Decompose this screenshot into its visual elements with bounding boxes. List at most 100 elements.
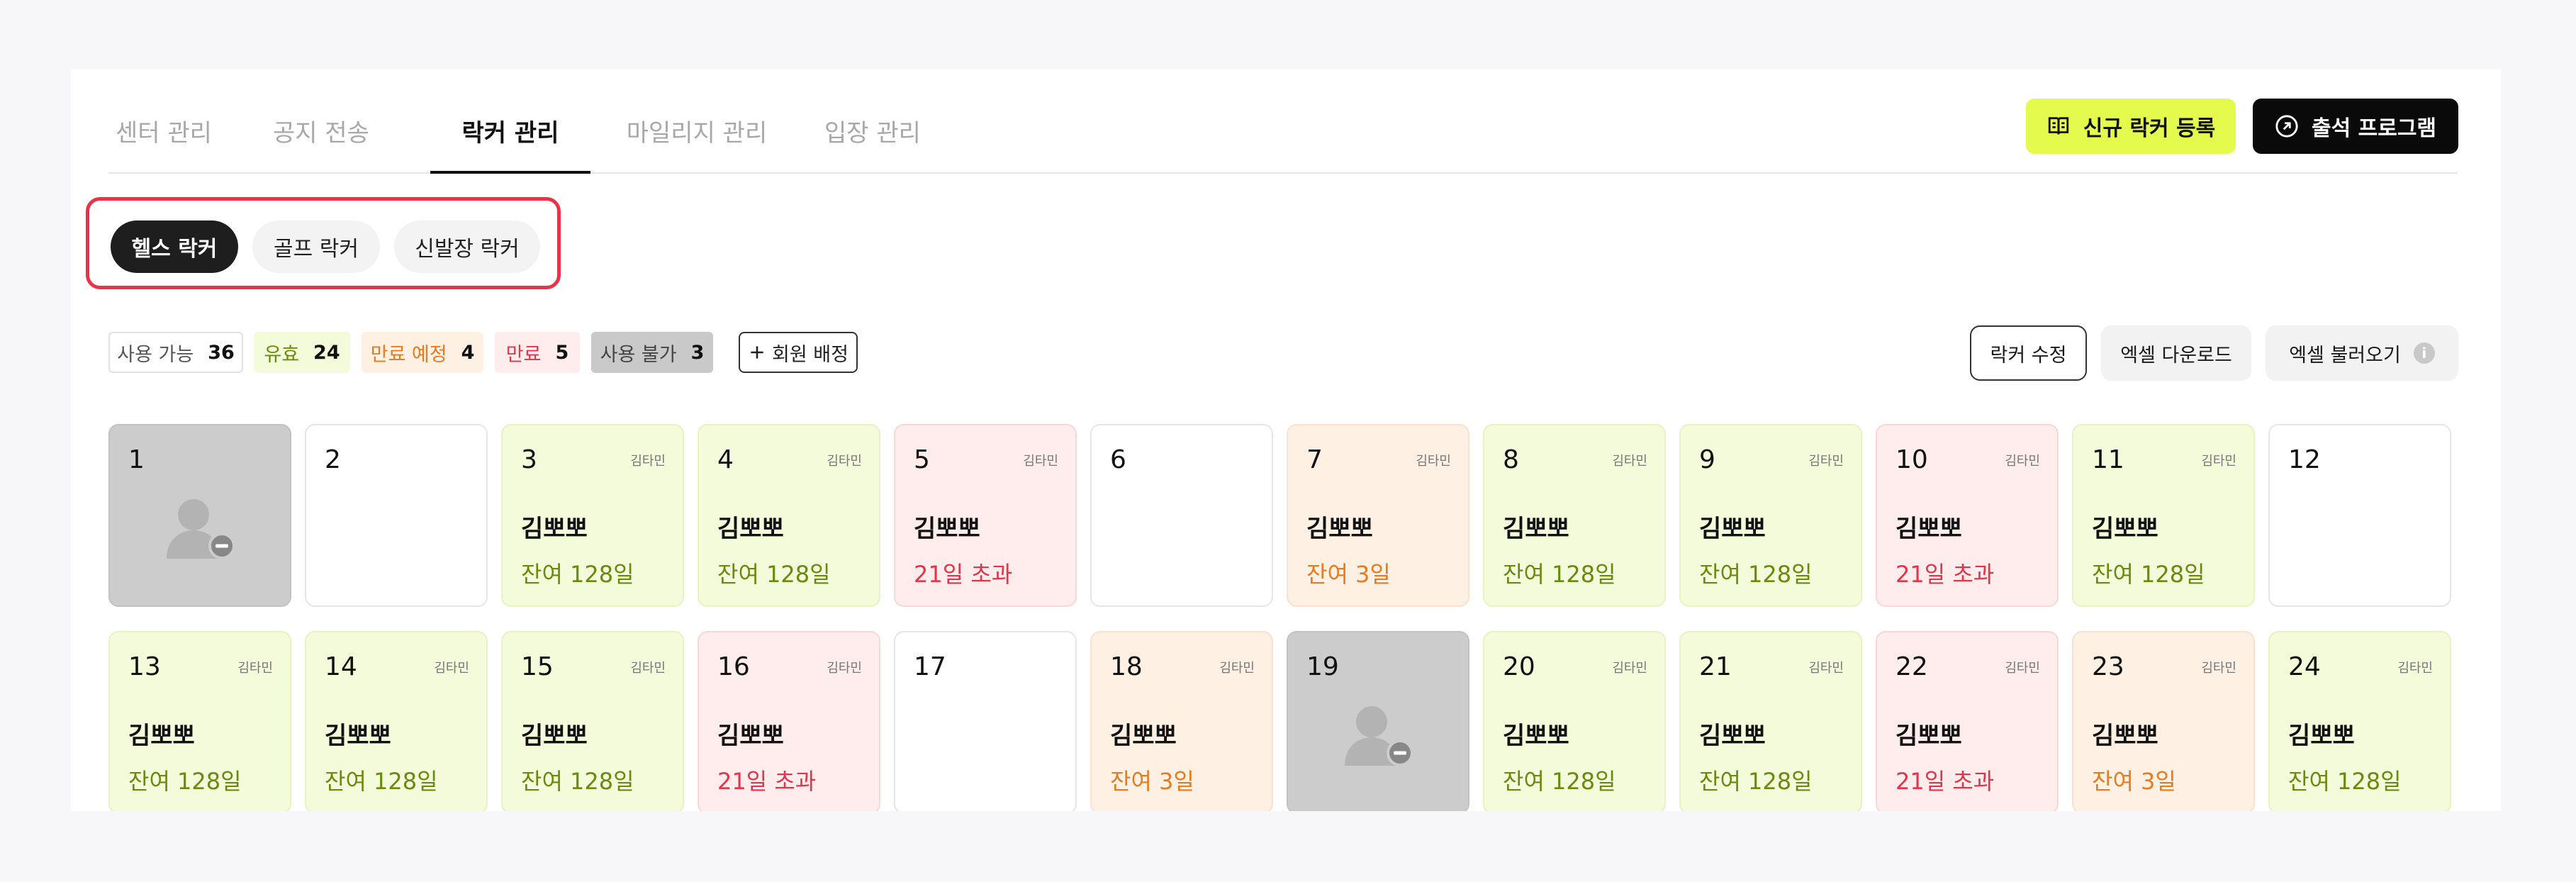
locker-type-golf[interactable]: 골프 락커 bbox=[252, 220, 380, 273]
legend-available-label: 사용 가능 bbox=[117, 343, 194, 366]
locker-card[interactable]: 3 김타민 김뽀뽀 잔여 128일 bbox=[501, 424, 684, 607]
locker-card[interactable]: 2 bbox=[305, 424, 488, 607]
legend-valid-count: 24 bbox=[313, 341, 340, 364]
locker-card[interactable]: 19 bbox=[1287, 631, 1469, 811]
locker-staff: 김타민 bbox=[2005, 661, 2040, 676]
locker-card[interactable]: 13 김타민 김뽀뽀 잔여 128일 bbox=[108, 631, 291, 811]
locker-staff: 김타민 bbox=[1219, 661, 1255, 676]
locker-remaining: 21일 초과 bbox=[717, 768, 817, 795]
locker-card[interactable]: 21 김타민 김뽀뽀 잔여 128일 bbox=[1679, 631, 1862, 811]
excel-download-button[interactable]: 엑셀 다운로드 bbox=[2101, 325, 2251, 381]
locker-card[interactable]: 10 김타민 김뽀뽀 21일 초과 bbox=[1876, 424, 2059, 607]
locker-card[interactable]: 5 김타민 김뽀뽀 21일 초과 bbox=[894, 424, 1077, 607]
legend-expired: 만료 5 bbox=[495, 332, 580, 373]
locker-member-name: 김뽀뽀 bbox=[1699, 515, 1766, 543]
locker-member-name: 김뽀뽀 bbox=[128, 722, 195, 750]
tab-center-management[interactable]: 센터 관리 bbox=[108, 112, 219, 169]
locker-number: 19 bbox=[1306, 652, 1339, 681]
locker-staff: 김타민 bbox=[827, 661, 862, 676]
locker-type-shoe[interactable]: 신발장 락커 bbox=[394, 220, 540, 273]
locker-number: 9 bbox=[1699, 445, 1715, 474]
tab-notice-send[interactable]: 공지 전송 bbox=[266, 112, 376, 169]
locker-remaining: 잔여 128일 bbox=[1699, 768, 1813, 795]
locker-card[interactable]: 20 김타민 김뽀뽀 잔여 128일 bbox=[1483, 631, 1666, 811]
locker-card[interactable]: 12 bbox=[2268, 424, 2451, 607]
tab-entry-management[interactable]: 입장 관리 bbox=[817, 112, 928, 169]
locker-number: 13 bbox=[128, 652, 161, 681]
locker-member-name: 김뽀뽀 bbox=[325, 722, 391, 750]
locker-staff: 김타민 bbox=[1023, 454, 1058, 469]
locker-remaining: 잔여 3일 bbox=[1306, 561, 1391, 588]
locker-card[interactable]: 24 김타민 김뽀뽀 잔여 128일 bbox=[2268, 631, 2451, 811]
locker-card[interactable]: 22 김타민 김뽀뽀 21일 초과 bbox=[1876, 631, 2059, 811]
locker-card[interactable]: 17 bbox=[894, 631, 1077, 811]
attendance-program-button[interactable]: 출석 프로그램 bbox=[2253, 99, 2458, 154]
locker-remaining: 잔여 3일 bbox=[1110, 768, 1194, 795]
locker-remaining: 잔여 3일 bbox=[2092, 768, 2176, 795]
locker-member-name: 김뽀뽀 bbox=[914, 515, 980, 543]
locker-remaining: 잔여 128일 bbox=[717, 561, 831, 588]
locker-staff: 김타민 bbox=[434, 661, 469, 676]
edit-locker-button[interactable]: 락커 수정 bbox=[1970, 325, 2087, 381]
locker-staff: 김타민 bbox=[630, 454, 666, 469]
locker-card[interactable]: 9 김타민김뽀뽀잔여 128일 bbox=[1679, 424, 1862, 607]
locker-card[interactable]: 6 bbox=[1090, 424, 1273, 607]
locker-member-name: 김뽀뽀 bbox=[1306, 515, 1373, 543]
locker-member-name: 김뽀뽀 bbox=[521, 722, 588, 750]
tab-locker-management[interactable]: 락커 관리 bbox=[430, 112, 590, 174]
locker-staff: 김타민 bbox=[1808, 454, 1844, 469]
locker-member-name: 김뽀뽀 bbox=[1895, 515, 1962, 543]
new-locker-button[interactable]: 신규 락커 등록 bbox=[2026, 99, 2236, 154]
locker-number: 2 bbox=[325, 445, 341, 474]
locker-number: 16 bbox=[717, 652, 750, 681]
locker-card[interactable]: 18 김타민 김뽀뽀 잔여 3일 bbox=[1090, 631, 1273, 811]
locker-number: 4 bbox=[717, 445, 734, 474]
locker-card[interactable]: 11 김타민 김뽀뽀 잔여 128일 bbox=[2072, 424, 2255, 607]
locker-number: 18 bbox=[1110, 652, 1143, 681]
locker-number: 20 bbox=[1503, 652, 1535, 681]
locker-staff: 김타민 bbox=[630, 661, 666, 676]
locker-member-name: 김뽀뽀 bbox=[1503, 515, 1569, 543]
locker-remaining: 잔여 128일 bbox=[521, 768, 634, 795]
locker-card[interactable]: 16 김타민김뽀뽀 21일 초과 bbox=[698, 631, 880, 811]
locker-staff: 김타민 bbox=[2201, 454, 2236, 469]
locker-member-name: 김뽀뽀 bbox=[1895, 722, 1962, 750]
locker-staff: 김타민 bbox=[1612, 661, 1647, 676]
locker-card[interactable]: 7 김타민 김뽀뽀 잔여 3일 bbox=[1287, 424, 1469, 607]
locker-card[interactable]: 4 김타민 김뽀뽀 잔여 128일 bbox=[698, 424, 880, 607]
locker-card[interactable]: 1 bbox=[108, 424, 291, 607]
locker-member-name: 김뽀뽀 bbox=[2288, 722, 2355, 750]
locker-number: 10 bbox=[1895, 445, 1928, 474]
locker-member-name: 김뽀뽀 bbox=[2092, 722, 2158, 750]
locker-staff: 김타민 bbox=[237, 661, 273, 676]
locker-management-panel: 센터 관리 공지 전송 락커 관리 마일리지 관리 입장 관리 신규 락커 등록… bbox=[71, 69, 2501, 811]
locker-number: 5 bbox=[914, 445, 930, 474]
locker-remaining: 잔여 128일 bbox=[1699, 561, 1813, 588]
legend-expiring-label: 만료 예정 bbox=[370, 343, 447, 366]
book-icon bbox=[2048, 117, 2068, 135]
locker-card[interactable]: 23 김타민 김뽀뽀 잔여 3일 bbox=[2072, 631, 2255, 811]
external-link-circle-icon bbox=[2275, 115, 2298, 138]
legend-available: 사용 가능 36 bbox=[108, 332, 243, 373]
locker-number: 22 bbox=[1895, 652, 1928, 681]
locker-card[interactable]: 15 김타민 김뽀뽀 잔여 128일 bbox=[501, 631, 684, 811]
info-icon[interactable]: i bbox=[2413, 342, 2435, 364]
excel-upload-button[interactable]: 엑셀 불러오기 i bbox=[2266, 325, 2458, 381]
locker-staff: 김타민 bbox=[1612, 454, 1647, 469]
page-background: 센터 관리 공지 전송 락커 관리 마일리지 관리 입장 관리 신규 락커 등록… bbox=[0, 0, 2576, 882]
locker-remaining: 잔여 128일 bbox=[1503, 768, 1616, 795]
tab-mileage-management[interactable]: 마일리지 관리 bbox=[622, 112, 772, 169]
assign-member-button[interactable]: 회원 배정 bbox=[739, 332, 858, 373]
locker-grid: 1 2 3 김타민 김뽀뽀 잔여 128일 4 김타민 김뽀뽀 잔여 128일 5 김타민 김뽀뽀 21일… bbox=[108, 424, 2462, 811]
locker-card[interactable]: 14 김타민 김뽀뽀 잔여 128일 bbox=[305, 631, 488, 811]
locker-type-health[interactable]: 헬스 락커 bbox=[111, 220, 238, 273]
locker-number: 24 bbox=[2288, 652, 2321, 681]
legend-unavailable-count: 3 bbox=[690, 341, 705, 364]
locker-member-name: 김뽀뽀 bbox=[717, 722, 784, 750]
person-blocked-icon bbox=[162, 491, 240, 562]
person-blocked-icon bbox=[1340, 698, 1418, 769]
legend-valid: 유효 24 bbox=[254, 332, 350, 373]
locker-number: 14 bbox=[325, 652, 357, 681]
locker-card[interactable]: 8 김타민 김뽀뽀 잔여 128일 bbox=[1483, 424, 1666, 607]
new-locker-label: 신규 락커 등록 bbox=[2083, 116, 2216, 141]
